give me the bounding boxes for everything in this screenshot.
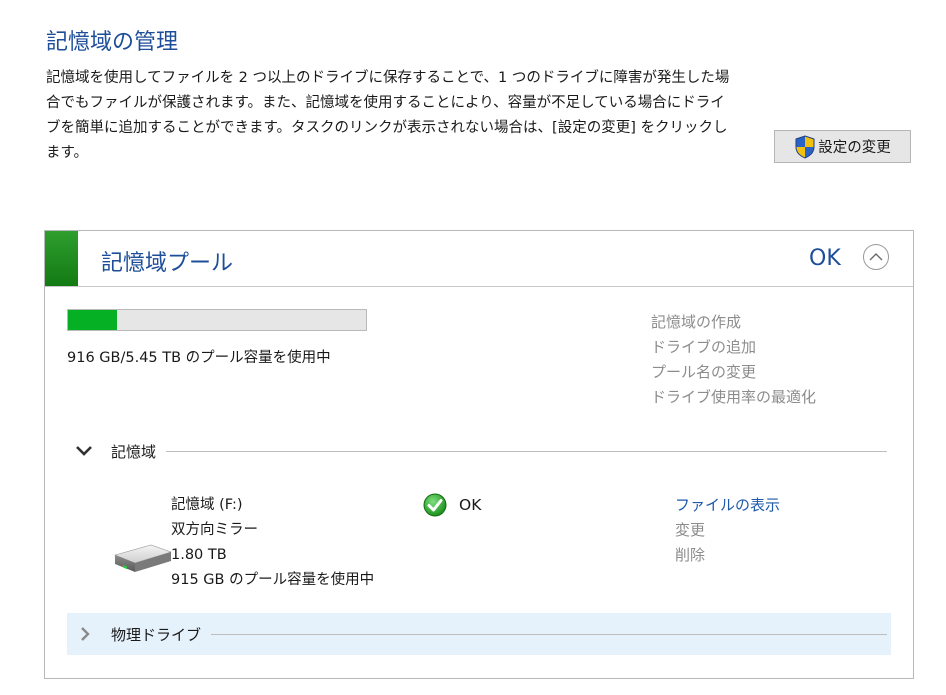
description-line-2: 合でもファイルが保護されます。また、記憶域を使用することにより、容量が不足してい… bbox=[46, 95, 725, 111]
collapse-pool-button[interactable] bbox=[863, 244, 889, 270]
rename-pool-link[interactable]: プール名の変更 bbox=[651, 360, 816, 385]
section-divider bbox=[211, 633, 887, 635]
pool-capacity-fill bbox=[68, 310, 117, 330]
pool-capacity-bar bbox=[67, 309, 367, 331]
space-name: 記憶域 (F:) bbox=[171, 497, 243, 513]
space-status-text: OK bbox=[459, 496, 482, 514]
space-status: OK bbox=[423, 493, 481, 517]
space-info: 記憶域 (F:) 双方向ミラー 1.80 TB 915 GB のプール容量を使用… bbox=[171, 493, 374, 593]
chevron-right-icon bbox=[81, 627, 90, 641]
drive-icon bbox=[114, 544, 172, 572]
description-line-3: ブを簡単に追加することができます。タスクのリンクが表示されない場合は、[設定の変… bbox=[46, 120, 728, 136]
pool-title: 記憶域プール bbox=[101, 251, 234, 276]
spaces-section-label: 記憶域 bbox=[111, 442, 157, 461]
change-settings-button[interactable]: 設定の変更 bbox=[774, 130, 911, 163]
page-description: 記憶域を使用してファイルを 2 つ以上のドライブに保存することで、1 つのドライ… bbox=[46, 66, 756, 166]
spaces-section-header[interactable]: 記憶域 bbox=[75, 439, 887, 463]
chevron-up-icon bbox=[869, 253, 883, 261]
uac-shield-icon bbox=[795, 134, 815, 159]
physical-drives-section-header[interactable]: 物理ドライブ bbox=[67, 613, 891, 655]
chevron-down-icon bbox=[76, 446, 92, 456]
ok-check-icon bbox=[423, 493, 447, 517]
storage-pool-panel: 記憶域プール OK 916 GB/5.45 TB のプール容量を使用中 記憶域の… bbox=[44, 230, 914, 679]
physical-drives-section-label: 物理ドライブ bbox=[111, 625, 202, 644]
pool-capacity-text: 916 GB/5.45 TB のプール容量を使用中 bbox=[67, 350, 331, 366]
optimize-drive-usage-link[interactable]: ドライブ使用率の最適化 bbox=[651, 385, 816, 410]
space-usage: 915 GB のプール容量を使用中 bbox=[171, 572, 375, 588]
pool-status-stripe bbox=[45, 231, 78, 286]
pool-header: 記憶域プール OK bbox=[45, 231, 913, 287]
pool-status: OK bbox=[809, 246, 841, 271]
change-space-link[interactable]: 変更 bbox=[675, 518, 780, 543]
page-title: 記憶域の管理 bbox=[46, 30, 179, 55]
add-drives-link[interactable]: ドライブの追加 bbox=[651, 335, 816, 360]
section-divider bbox=[166, 450, 887, 452]
delete-space-link[interactable]: 削除 bbox=[675, 543, 780, 568]
space-actions: ファイルの表示 変更 削除 bbox=[675, 493, 780, 568]
create-space-link[interactable]: 記憶域の作成 bbox=[651, 310, 816, 335]
view-files-link[interactable]: ファイルの表示 bbox=[675, 493, 780, 518]
change-settings-label: 設定の変更 bbox=[818, 140, 891, 156]
space-size: 1.80 TB bbox=[171, 547, 227, 563]
description-line-4: ます。 bbox=[46, 145, 89, 161]
space-resiliency: 双方向ミラー bbox=[171, 522, 258, 538]
description-line-1: 記憶域を使用してファイルを 2 つ以上のドライブに保存することで、1 つのドライ… bbox=[46, 70, 730, 86]
pool-actions: 記憶域の作成 ドライブの追加 プール名の変更 ドライブ使用率の最適化 bbox=[651, 310, 816, 410]
